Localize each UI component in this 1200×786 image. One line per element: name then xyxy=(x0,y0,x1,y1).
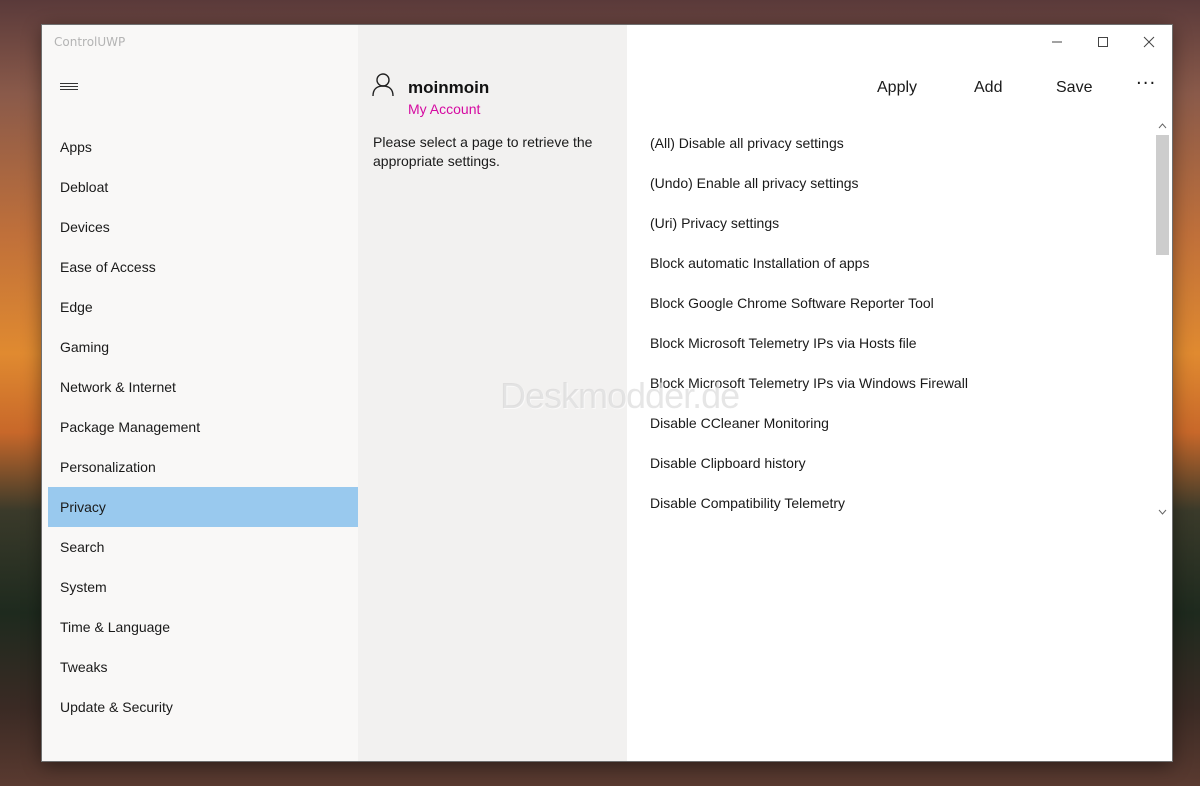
hamburger-icon[interactable] xyxy=(60,83,78,95)
sidebar-item-time-language[interactable]: Time & Language xyxy=(48,607,359,647)
window-title: ControlUWP xyxy=(54,35,126,49)
add-button[interactable]: Add xyxy=(974,79,1002,97)
list-item[interactable]: Block automatic Installation of apps xyxy=(650,243,1150,283)
minimize-icon xyxy=(1052,41,1062,43)
chevron-up-icon xyxy=(1158,123,1167,129)
list-item[interactable]: Disable CCleaner Monitoring xyxy=(650,403,1150,443)
scroll-up-button[interactable] xyxy=(1154,119,1171,133)
list-item[interactable]: (Uri) Privacy settings xyxy=(650,203,1150,243)
username: moinmoin xyxy=(408,78,490,97)
nav-list: Apps Debloat Devices Ease of Access Edge Gami… xyxy=(48,127,359,727)
list-item[interactable]: Disable Clipboard history xyxy=(650,443,1150,483)
close-button[interactable] xyxy=(1126,25,1172,59)
apply-button[interactable]: Apply xyxy=(877,79,917,97)
close-icon xyxy=(1143,36,1155,48)
list-item[interactable]: Disable Compatibility Telemetry xyxy=(650,483,1150,523)
sidebar-item-network-internet[interactable]: Network & Internet xyxy=(48,367,359,407)
window-controls xyxy=(1034,25,1172,59)
sidebar-item-devices[interactable]: Devices xyxy=(48,207,359,247)
app-window: ControlUWP Apps Debloat Devices Ease of Acc… xyxy=(42,25,1172,761)
save-button[interactable]: Save xyxy=(1056,79,1092,97)
list-item[interactable]: (All) Disable all privacy settings xyxy=(650,123,1150,163)
list-item[interactable]: Block Google Chrome Software Reporter To… xyxy=(650,283,1150,323)
user-icon xyxy=(372,73,394,97)
chevron-down-icon xyxy=(1158,509,1167,515)
sidebar-item-apps[interactable]: Apps xyxy=(48,127,359,167)
account-pane: moinmoin My Account Please select a page… xyxy=(358,25,627,761)
sidebar: ControlUWP Apps Debloat Devices Ease of Acc… xyxy=(42,25,359,761)
settings-list: (All) Disable all privacy settings (Undo)… xyxy=(650,123,1150,523)
my-account-link[interactable]: My Account xyxy=(408,101,480,117)
sidebar-item-personalization[interactable]: Personalization xyxy=(48,447,359,487)
maximize-icon xyxy=(1098,37,1108,47)
list-item[interactable]: Block Microsoft Telemetry IPs via Hosts … xyxy=(650,323,1150,363)
more-options-button[interactable]: ··· xyxy=(1136,73,1156,94)
sidebar-item-search[interactable]: Search xyxy=(48,527,359,567)
list-item[interactable]: (Undo) Enable all privacy settings xyxy=(650,163,1150,203)
sidebar-item-system[interactable]: System xyxy=(48,567,359,607)
maximize-button[interactable] xyxy=(1080,25,1126,59)
sidebar-item-update-security[interactable]: Update & Security xyxy=(48,687,359,727)
sidebar-item-debloat[interactable]: Debloat xyxy=(48,167,359,207)
sidebar-item-tweaks[interactable]: Tweaks xyxy=(48,647,359,687)
list-item[interactable]: Block Microsoft Telemetry IPs via Window… xyxy=(650,363,1150,403)
scroll-thumb[interactable] xyxy=(1156,135,1169,255)
sidebar-item-gaming[interactable]: Gaming xyxy=(48,327,359,367)
sidebar-item-ease-of-access[interactable]: Ease of Access xyxy=(48,247,359,287)
sidebar-item-package-management[interactable]: Package Management xyxy=(48,407,359,447)
sidebar-item-edge[interactable]: Edge xyxy=(48,287,359,327)
minimize-button[interactable] xyxy=(1034,25,1080,59)
scroll-down-button[interactable] xyxy=(1154,505,1171,519)
sidebar-item-privacy[interactable]: Privacy xyxy=(48,487,359,527)
info-text: Please select a page to retrieve the app… xyxy=(373,134,593,169)
toolbar: Apply Add Save ··· xyxy=(862,73,1172,99)
scrollbar[interactable] xyxy=(1154,119,1171,519)
